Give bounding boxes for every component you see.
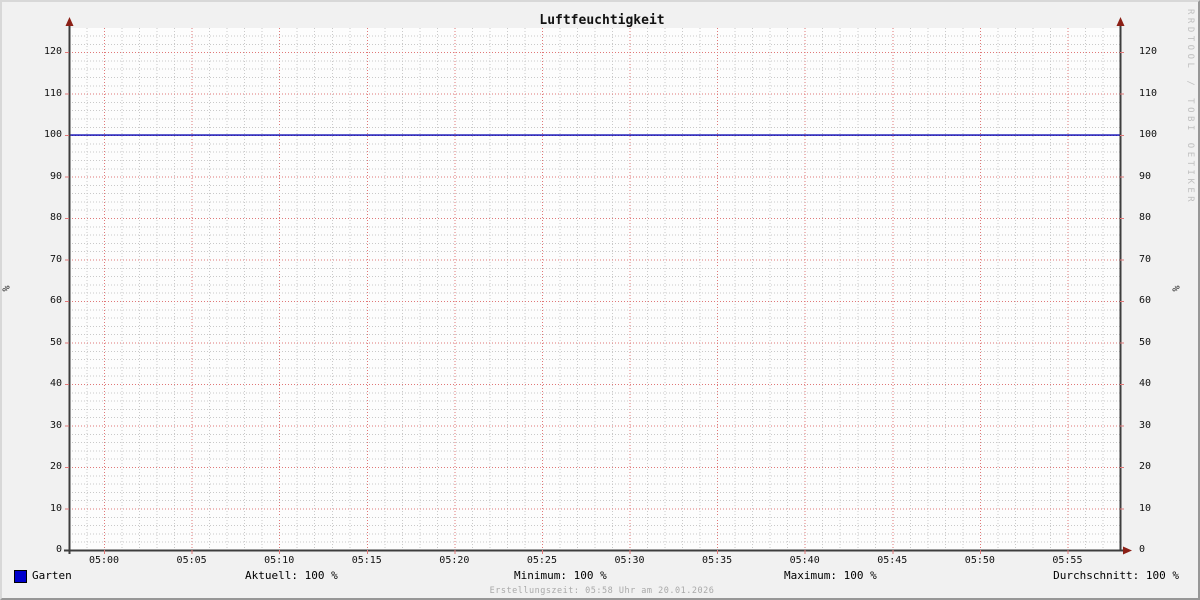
y-tick-label-right: 90: [1139, 170, 1152, 182]
x-tick-label: 05:15: [351, 555, 382, 566]
y-axis-arrow-left: [65, 17, 74, 26]
y-tick-label-left: 100: [43, 129, 62, 141]
y-tick-label-left: 110: [43, 87, 62, 99]
y-tick-label-right: 110: [1139, 87, 1158, 99]
y-tick-label-left: 60: [49, 295, 62, 307]
x-tick-label: 05:30: [614, 555, 645, 566]
stat-aktuell: Aktuell: 100 %: [245, 569, 338, 582]
creation-time: Erstellungszeit: 05:58 Uhr am 20.01.2026: [489, 586, 715, 596]
y-tick-label-left: 20: [49, 461, 62, 472]
series-label: Garten: [32, 569, 72, 582]
stat-durchschnitt: Durchschnitt: 100 %: [1053, 569, 1179, 582]
y-tick-label-right: 50: [1139, 336, 1152, 348]
y-axis-unit-right: %: [1171, 285, 1183, 292]
y-tick-label-right: 120: [1139, 46, 1158, 58]
y-tick-label-left: 90: [49, 170, 62, 182]
y-tick-label-left: 50: [49, 336, 62, 348]
y-tick-label-right: 70: [1139, 253, 1152, 265]
x-tick-label: 05:25: [526, 555, 557, 566]
y-tick-label-right: 40: [1139, 378, 1152, 390]
y-axis-unit-left: %: [1, 285, 13, 292]
y-tick-label-left: 30: [49, 419, 62, 431]
x-tick-label: 05:10: [264, 555, 295, 566]
y-tick-label-left: 70: [49, 253, 62, 265]
stat-minimum: Minimum: 100 %: [514, 569, 607, 582]
y-tick-label-left: 120: [43, 46, 62, 58]
y-tick-label-right: 80: [1139, 212, 1152, 224]
y-tick-label-left: 80: [49, 212, 62, 224]
legend-row: Garten Aktuell: 100 % Minimum: 100 % Max…: [2, 569, 1198, 585]
x-tick-label: 05:50: [964, 555, 995, 566]
series-color-swatch: [14, 570, 27, 583]
stat-maximum: Maximum: 100 %: [784, 569, 877, 582]
y-tick-label-left: 10: [49, 502, 62, 514]
x-tick-label: 05:20: [439, 555, 470, 566]
y-tick-label-right: 0: [1139, 544, 1146, 555]
y-tick-label-right: 20: [1139, 461, 1152, 472]
x-tick-label: 05:55: [1052, 555, 1083, 566]
x-tick-label: 05:05: [176, 555, 207, 566]
y-tick-label-left: 40: [49, 378, 62, 390]
y-tick-label-right: 10: [1139, 502, 1152, 514]
y-tick-label-right: 100: [1139, 129, 1158, 141]
x-tick-label: 05:35: [702, 555, 733, 566]
chart-svg: [64, 17, 1132, 555]
y-axis-arrow-right: [1116, 17, 1125, 26]
rrd-graph: Luftfeuchtigkeit RRDTOOL / TOBI OETIKER …: [0, 0, 1200, 600]
x-tick-label: 05:45: [877, 555, 908, 566]
y-tick-label-right: 30: [1139, 419, 1152, 431]
x-tick-label: 05:00: [88, 555, 120, 566]
y-tick-label-left: 0: [55, 544, 62, 555]
x-tick-label: 05:40: [789, 555, 820, 566]
x-axis-arrow: [1123, 546, 1132, 555]
y-tick-label-right: 60: [1139, 295, 1152, 307]
